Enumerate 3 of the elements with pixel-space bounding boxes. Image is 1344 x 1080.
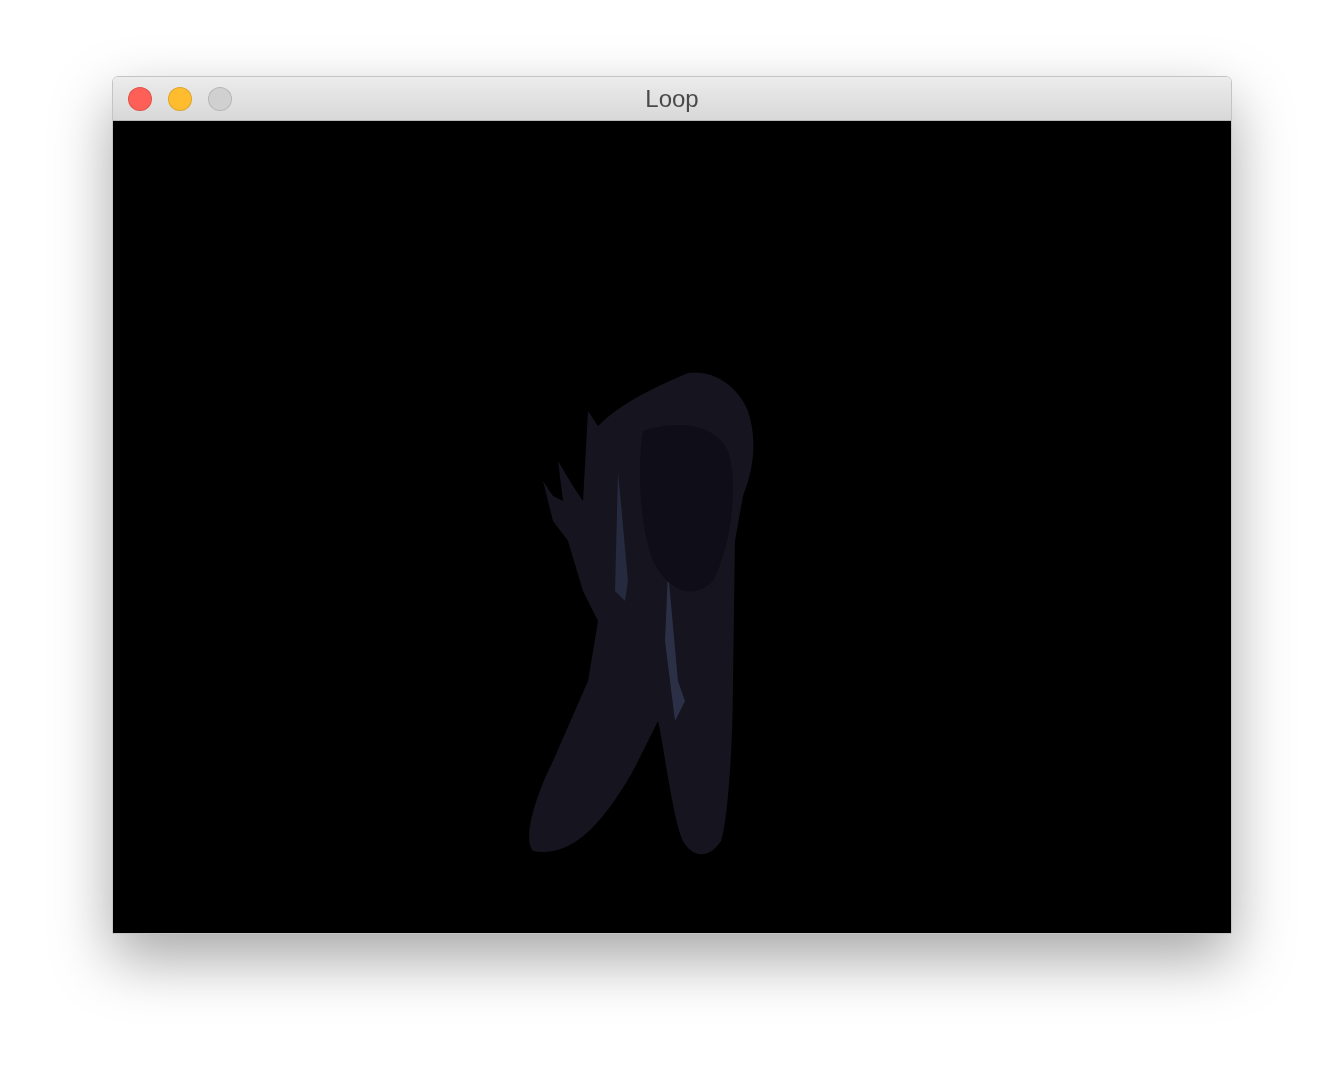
minimize-button[interactable] — [168, 87, 192, 111]
close-button[interactable] — [128, 87, 152, 111]
window-title: Loop — [645, 86, 699, 111]
